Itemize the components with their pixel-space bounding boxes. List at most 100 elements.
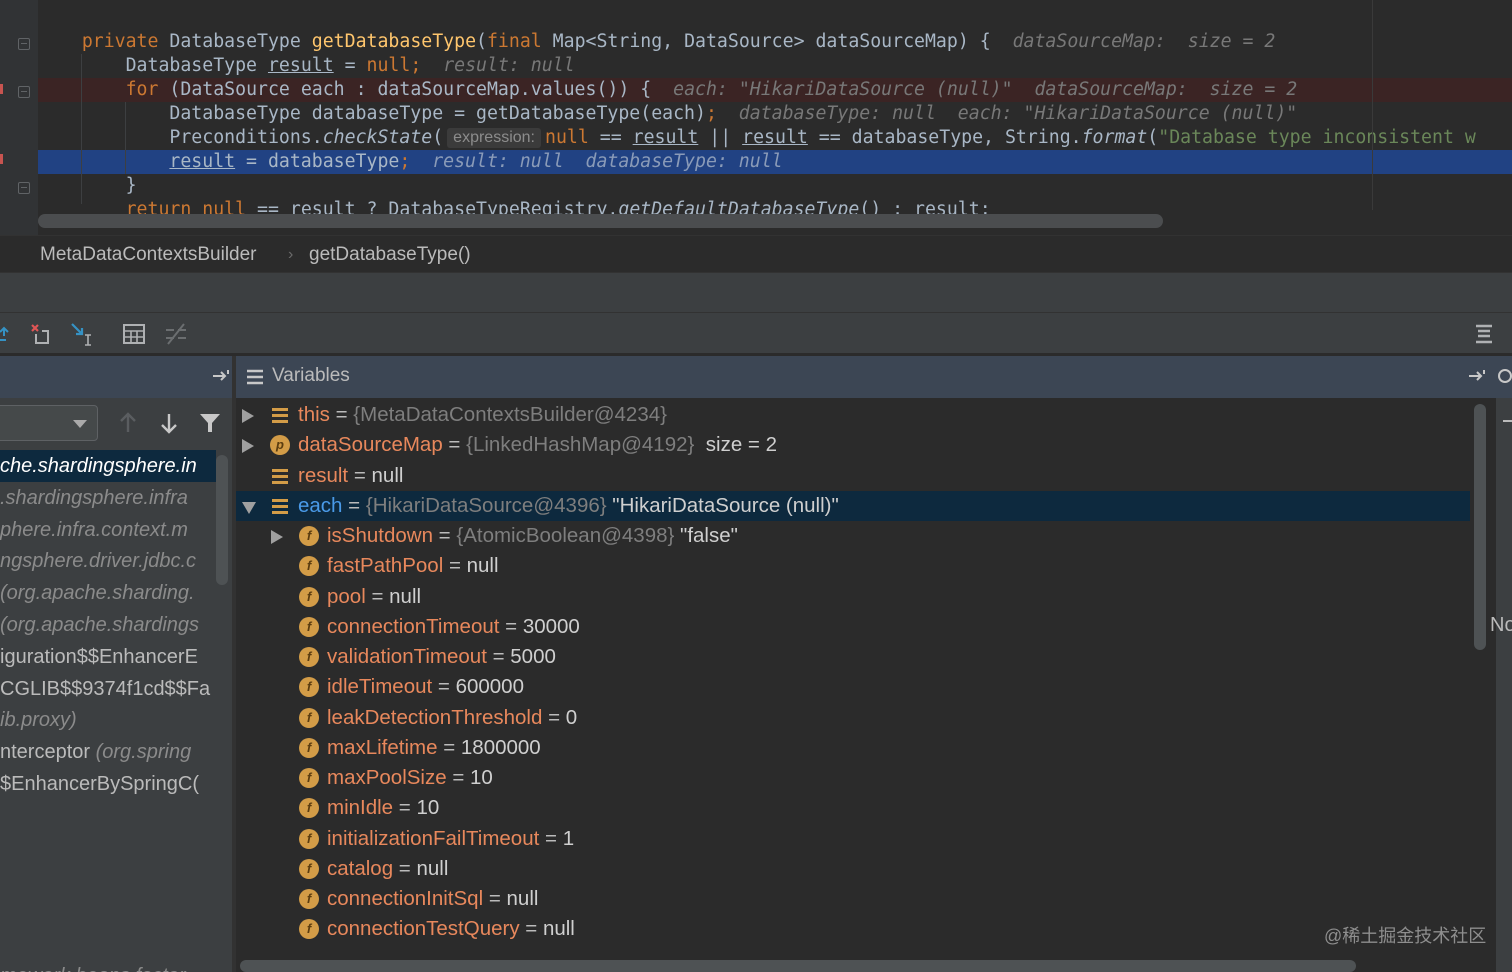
editor-horizontal-scrollbar[interactable] [38, 214, 1163, 228]
frame-item[interactable]: mework.beans.factor [0, 960, 216, 972]
frame-location: phere.infra.context.m [0, 518, 188, 541]
variable-row[interactable]: f fastPathPool = null [236, 551, 1470, 581]
frame-item[interactable]: nterceptor (org.spring [0, 736, 216, 768]
thread-selector[interactable] [0, 405, 98, 441]
variable-row[interactable]: this = {MetaDataContextsBuilder@4234} [236, 400, 1470, 430]
variable-text: dataSourceMap = {LinkedHashMap@4192} siz… [298, 430, 777, 460]
trace-icon[interactable] [164, 322, 188, 346]
code-line-6-current[interactable]: result = databaseType; result: null data… [38, 150, 1512, 174]
variable-value: null [506, 887, 539, 910]
variable-row[interactable]: f validationTimeout = 5000 [236, 642, 1470, 672]
expand-arrow-icon[interactable] [242, 409, 254, 423]
frame-method: CGLIB$$9374f1cd$$Fa [0, 677, 211, 700]
evaluate-expression-icon[interactable] [122, 322, 146, 346]
variable-row[interactable]: f connectionTestQuery = null [236, 914, 1470, 944]
expand-arrow-icon[interactable] [271, 530, 283, 544]
variable-name: idleTimeout [327, 675, 433, 699]
variable-row[interactable]: result = null [236, 461, 1470, 491]
breakpoint-marker [0, 154, 3, 164]
code-editor[interactable]: private DatabaseType getDatabaseType(fin… [0, 0, 1512, 235]
variables-horizontal-scrollbar[interactable] [240, 960, 1356, 972]
variable-row[interactable]: p dataSourceMap = {LinkedHashMap@4192} si… [236, 430, 1470, 460]
fold-icon[interactable] [18, 182, 30, 194]
settings-list-icon[interactable] [1472, 322, 1496, 346]
drop-frame-icon[interactable] [28, 322, 52, 346]
fold-icon[interactable] [18, 38, 30, 50]
frame-item[interactable]: ngsphere.driver.jdbc.c [0, 545, 216, 577]
variable-row[interactable]: f initializationFailTimeout = 1 [236, 824, 1470, 854]
breadcrumb-class[interactable]: MetaDataContextsBuilder [40, 244, 257, 266]
variables-vertical-scrollbar[interactable] [1474, 404, 1486, 650]
field-icon: f [299, 707, 319, 728]
parameter-hint: expression: [447, 128, 541, 148]
right-margin-guide [1372, 0, 1373, 210]
chevron-down-icon [73, 420, 87, 428]
variable-row[interactable]: f connectionTimeout = 30000 [236, 612, 1470, 642]
code-line-7[interactable]: } [38, 174, 1512, 198]
variable-row[interactable]: f connectionInitSql = null [236, 884, 1470, 914]
variable-name: initializationFailTimeout [327, 826, 540, 850]
breadcrumb-separator: › [288, 246, 294, 263]
variable-row[interactable]: f maxPoolSize = 10 [236, 763, 1470, 793]
collapse-arrow-icon[interactable] [242, 501, 256, 514]
variable-row[interactable]: f pool = null [236, 582, 1470, 612]
variable-row[interactable]: each = {HikariDataSource@4396} "HikariDa… [236, 490, 1470, 521]
variable-row[interactable]: f catalog = null [236, 854, 1470, 884]
frame-location: ngsphere.driver.jdbc.c [0, 550, 197, 573]
variable-row[interactable]: f minIdle = 10 [236, 793, 1470, 823]
collapse-icon[interactable] [1503, 420, 1512, 422]
code-line-2[interactable]: DatabaseType result = null; result: null [38, 54, 1512, 78]
frame-item[interactable]: che.shardingsphere.in [0, 450, 216, 482]
variable-value: 5000 [510, 645, 556, 668]
filter-icon[interactable] [199, 412, 221, 439]
fold-icon[interactable] [18, 86, 30, 98]
frame-item[interactable]: CGLIB$$9374f1cd$$Fa [0, 673, 216, 705]
equals-sign: = [329, 403, 354, 426]
equals-sign: = [443, 554, 467, 578]
editor-gutter[interactable] [0, 0, 38, 235]
inline-debug-value: result: null databaseType: null [410, 151, 783, 172]
breadcrumb-method[interactable]: getDatabaseType() [309, 244, 471, 266]
frame-item[interactable]: $EnhancerBySpringC( [0, 768, 216, 800]
variable-row[interactable]: f maxLifetime = 1800000 [236, 733, 1470, 763]
variable-text: maxLifetime = 1800000 [327, 733, 541, 763]
variable-row[interactable]: f isShutdown = {AtomicBoolean@4398} "fals… [236, 521, 1470, 551]
settings-icon[interactable] [1498, 369, 1512, 383]
arrow-up-icon[interactable] [118, 412, 138, 439]
pin-icon[interactable] [1468, 368, 1488, 389]
variable-name: connectionTimeout [327, 614, 500, 638]
frame-item[interactable]: .shardingsphere.infra [0, 482, 216, 514]
code-line-4[interactable]: DatabaseType databaseType = getDatabaseT… [38, 102, 1512, 126]
frame-item[interactable]: iguration$$EnhancerE [0, 641, 216, 673]
variable-text: maxPoolSize = 10 [327, 763, 493, 793]
field-icon: f [299, 677, 319, 698]
pin-icon[interactable] [212, 368, 232, 389]
frame-method: nterceptor [0, 741, 96, 764]
parameter-icon: p [270, 435, 290, 456]
step-out-icon[interactable] [0, 322, 16, 346]
frame-item[interactable]: (org.apache.sharding. [0, 577, 216, 609]
code-line-1[interactable]: private DatabaseType getDatabaseType(fin… [38, 30, 1512, 54]
frame-location: che.shardingsphere.in [0, 455, 197, 477]
variable-text: result = null [298, 461, 403, 491]
frame-item[interactable]: phere.infra.context.m [0, 514, 216, 546]
code-line-5[interactable]: Preconditions.checkState(expression: null… [38, 126, 1512, 150]
variable-text: fastPathPool = null [327, 551, 499, 581]
code-line-3[interactable]: for (DataSource each : dataSourceMap.val… [38, 78, 1512, 102]
variable-row[interactable]: f leakDetectionThreshold = 0 [236, 703, 1470, 733]
equals-sign: = [432, 524, 457, 547]
variable-row[interactable]: f idleTimeout = 600000 [236, 672, 1470, 702]
arrow-down-icon[interactable] [159, 412, 179, 439]
equals-sign: = [432, 675, 456, 699]
variable-name: this [298, 403, 330, 426]
expand-arrow-icon[interactable] [242, 439, 254, 454]
variables-title: Variables [272, 365, 350, 386]
variable-value: 10 [470, 766, 493, 789]
field-icon: f [299, 798, 319, 819]
frames-scrollbar[interactable] [216, 455, 228, 585]
run-to-cursor-icon[interactable] [70, 322, 94, 346]
frame-item[interactable]: ib.proxy) [0, 704, 216, 736]
field-icon: f [299, 919, 319, 940]
variable-name: catalog [327, 856, 394, 880]
frame-item[interactable]: (org.apache.shardings [0, 609, 216, 641]
